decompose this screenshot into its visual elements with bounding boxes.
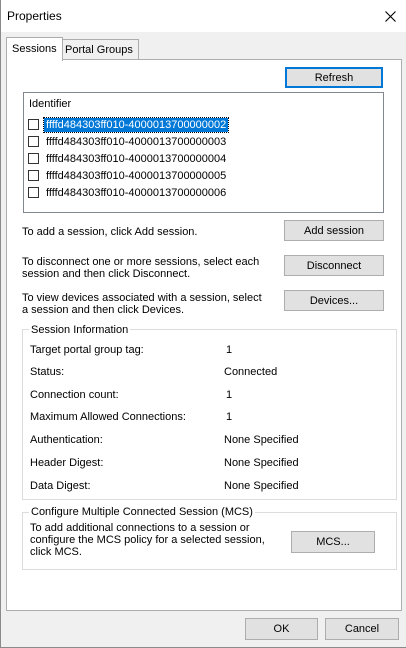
authentication-value: None Specified bbox=[224, 434, 299, 446]
mcs-instruction-line2: configure the MCS policy for a selected … bbox=[30, 534, 265, 546]
sessions-listbox[interactable]: Identifier ffffd484303ff010-400001370000… bbox=[23, 92, 384, 213]
mcs-legend: Configure Multiple Connected Session (MC… bbox=[29, 506, 255, 518]
list-item[interactable]: ffffd484303ff010-4000013700000004 bbox=[28, 151, 228, 166]
target-portal-group-tag-value: 1 bbox=[226, 344, 233, 356]
mcs-instruction-line3: click MCS. bbox=[30, 546, 82, 558]
checkbox[interactable] bbox=[28, 187, 39, 198]
tab-portal-groups[interactable]: Portal Groups bbox=[59, 39, 139, 60]
close-icon bbox=[384, 10, 396, 22]
session-identifier: ffffd484303ff010-4000013700000005 bbox=[46, 169, 227, 182]
list-item[interactable]: ffffd484303ff010-4000013700000002 bbox=[28, 116, 230, 133]
close-button[interactable] bbox=[377, 4, 403, 28]
session-identifier: ffffd484303ff010-4000013700000002 bbox=[42, 116, 230, 133]
disconnect-instruction-line1: To disconnect one or more sessions, sele… bbox=[22, 256, 260, 268]
identifier-column-header: Identifier bbox=[29, 98, 72, 110]
add-session-button[interactable]: Add session bbox=[284, 220, 384, 241]
list-item[interactable]: ffffd484303ff010-4000013700000005 bbox=[28, 168, 228, 183]
devices-button[interactable]: Devices... bbox=[284, 290, 384, 311]
field-label: Header Digest: bbox=[30, 457, 104, 469]
mcs-button[interactable]: MCS... bbox=[291, 531, 375, 553]
cancel-button[interactable]: Cancel bbox=[325, 618, 399, 640]
checkbox[interactable] bbox=[28, 153, 39, 164]
status-value: Connected bbox=[224, 366, 278, 378]
mcs-instruction-line1: To add additional connections to a sessi… bbox=[30, 522, 250, 534]
refresh-button[interactable]: Refresh bbox=[285, 67, 383, 88]
ok-button[interactable]: OK bbox=[245, 618, 318, 640]
devices-instruction-line2: a session and then click Devices. bbox=[22, 304, 185, 316]
title-bar: Properties bbox=[1, 0, 406, 32]
checkbox[interactable] bbox=[28, 170, 39, 181]
disconnect-instruction-line2: session and then click Disconnect. bbox=[22, 268, 191, 280]
window-title: Properties bbox=[7, 9, 62, 23]
data-digest-value: None Specified bbox=[224, 480, 299, 492]
field-label: Maximum Allowed Connections: bbox=[30, 411, 186, 423]
connection-count-value: 1 bbox=[226, 389, 233, 401]
list-item[interactable]: ffffd484303ff010-4000013700000006 bbox=[28, 185, 228, 200]
field-label: Status: bbox=[30, 366, 65, 378]
list-item[interactable]: ffffd484303ff010-4000013700000003 bbox=[28, 134, 228, 149]
field-label: Connection count: bbox=[30, 389, 119, 401]
session-identifier: ffffd484303ff010-4000013700000006 bbox=[46, 186, 227, 199]
checkbox[interactable] bbox=[28, 136, 39, 147]
disconnect-button[interactable]: Disconnect bbox=[284, 255, 384, 276]
header-digest-value: None Specified bbox=[224, 457, 299, 469]
checkbox[interactable] bbox=[28, 119, 39, 130]
add-session-instruction: To add a session, click Add session. bbox=[22, 226, 198, 238]
properties-window: Properties Sessions Portal Groups Refres… bbox=[0, 0, 406, 648]
tab-sessions[interactable]: Sessions bbox=[6, 37, 63, 61]
field-label: Data Digest: bbox=[30, 480, 91, 492]
field-label: Authentication: bbox=[30, 434, 103, 446]
field-label: Target portal group tag: bbox=[30, 344, 144, 356]
session-identifier: ffffd484303ff010-4000013700000004 bbox=[46, 152, 227, 165]
session-information-legend: Session Information bbox=[29, 324, 131, 336]
session-identifier: ffffd484303ff010-4000013700000003 bbox=[46, 135, 227, 148]
devices-instruction-line1: To view devices associated with a sessio… bbox=[22, 292, 262, 304]
max-allowed-connections-value: 1 bbox=[226, 411, 233, 423]
